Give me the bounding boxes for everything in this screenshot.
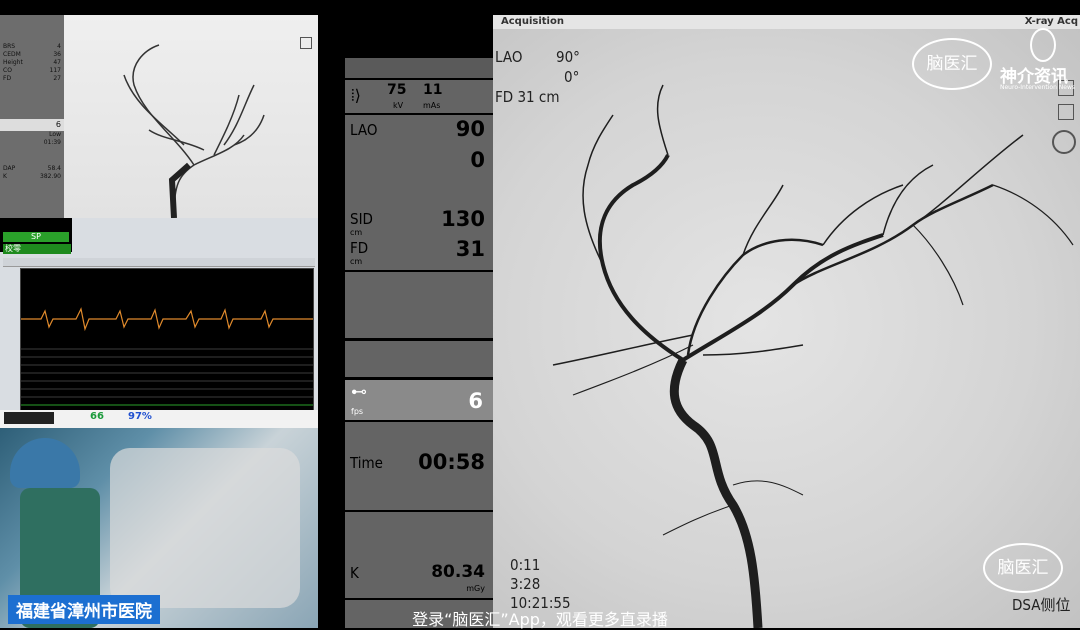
thumb-row-val: 117 [49,67,61,74]
time-label: Time [350,454,383,472]
kv-unit: kV [393,101,404,110]
subtitle-caption: 登录“脑医汇”App，观看更多直录播 [412,610,668,629]
timer-2: 3:28 [510,575,541,593]
fd-overlay: FD 31 cm [495,88,560,106]
sid-unit: cm [350,228,363,237]
monitor-status-bar: 66 97% [0,410,318,428]
thumb-row-val: 4 [57,43,61,50]
watermark-logo-bottom: 脑医汇 [983,543,1063,593]
ecg-waveform [21,307,313,406]
geometry-cell: LAO 90 0 SID cm 130 FD cm 31 [345,115,493,270]
thumbnail-vessels [123,44,265,219]
empty-cell-2 [345,341,493,377]
fd-label: FD [350,239,369,257]
spo2: 97% [128,411,152,422]
frame-rate-cell: ⊷ fps 6 [345,380,493,420]
thumb-time: 01:39 [43,139,61,146]
watermark-logo-top: 脑医汇 [912,38,992,90]
monitor-toolbar [3,258,315,267]
thumb-row-val: 36 [53,51,61,58]
exposure-cell: ⦙⟩ 75 kV 11 mAs [345,80,493,113]
thumb-dap: 58.4 [47,165,61,172]
thumbnail-angiogram [64,15,318,219]
mas-value: 11 [423,82,443,98]
thumb-row-key: FD [3,75,12,82]
sid-value: 130 [441,207,485,231]
timer-1: 0:11 [510,556,541,574]
lao-overlay-value: 90° [556,48,580,66]
fps-unit: fps [351,407,364,416]
thumbnail-data-panel: BRS 4 CEDM 36 Height 47 CO 117 FD 27 6 Low 01… [0,15,64,218]
dsa-angiogram-view [493,15,1080,628]
ecg-graph [20,268,314,412]
lao-value-2: 0 [470,148,485,172]
thumb-row-key: CEDM [3,51,21,58]
status-block [4,412,54,424]
layout-grid-icon[interactable] [1058,104,1074,120]
lao-value: 90 [455,117,485,141]
lao-overlay-value-2: 0° [564,68,580,86]
thumb-row-key: Height [3,59,23,66]
mas-unit: mAs [423,101,441,110]
thumb-row-val: 27 [53,75,61,82]
thumb-row-key: CO [3,67,12,74]
brand-leaf-icon [1030,28,1056,62]
thumb-k: 382.90 [40,173,61,180]
sp-label: SP [3,232,69,242]
surgical-drape [110,448,300,608]
xray-header-bar: Acquisition X-ray Acq [493,15,1080,29]
surgeon-cap [10,438,80,488]
k-label: K [350,564,359,582]
grid-icon[interactable] [300,37,312,49]
mid-panel-top [345,58,493,78]
kv-value: 75 [387,82,407,98]
tube-icon: ⦙⟩ [351,86,361,105]
camera-icon[interactable] [1052,130,1076,154]
fps-value: 6 [468,389,483,413]
fd-value: 31 [455,237,485,261]
lao-label: LAO [350,121,378,139]
thumb-row-key: BRS [3,43,16,50]
brand-watermark-sub: Neuro-Intervention News [1000,84,1076,91]
sid-label: SID [350,210,373,228]
k-value: 80.34 [431,562,485,582]
heart-rate: 66 [90,411,104,422]
time-value: 00:58 [418,450,485,474]
thumb-fps: 6 [55,120,61,129]
thumb-row-val: 47 [53,59,61,66]
empty-cell [345,272,493,338]
acquisition-tab[interactable]: Acquisition [501,16,564,27]
lao-overlay-label: LAO [495,48,523,66]
cerebral-vessels [552,84,1074,628]
fd-unit: cm [350,257,363,266]
time-cell: Time 00:58 [345,422,493,510]
thumb-low: Low [49,131,61,138]
k-unit: mGy [466,584,485,593]
frame-rate-icon: ⊷ [351,382,367,401]
xray-acq-tab[interactable]: X-ray Acq [1025,16,1078,27]
dose-cell: K 80.34 mGy [345,512,493,598]
zero-calibration-button[interactable]: 校零 [3,244,71,254]
